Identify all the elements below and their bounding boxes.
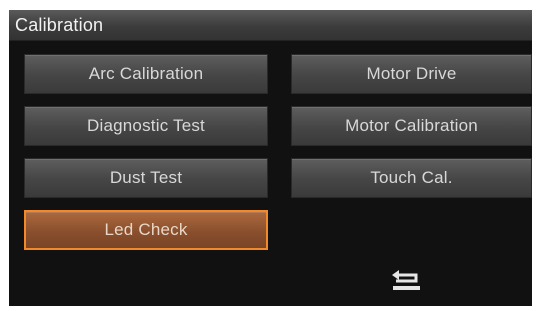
led-check-button[interactable]: Led Check	[24, 210, 268, 250]
dust-test-button[interactable]: Dust Test	[24, 158, 268, 198]
title-bar: Calibration	[9, 10, 532, 41]
motor-drive-button[interactable]: Motor Drive	[291, 54, 532, 94]
calibration-screen: Calibration Arc Calibration Motor Drive …	[9, 10, 532, 306]
diagnostic-test-button[interactable]: Diagnostic Test	[24, 106, 268, 146]
arc-calibration-button[interactable]: Arc Calibration	[24, 54, 268, 94]
return-arrow-icon	[392, 270, 420, 290]
motor-calibration-button[interactable]: Motor Calibration	[291, 106, 532, 146]
back-button[interactable]	[387, 266, 427, 296]
touch-cal-button[interactable]: Touch Cal.	[291, 158, 532, 198]
page-title: Calibration	[15, 15, 104, 35]
